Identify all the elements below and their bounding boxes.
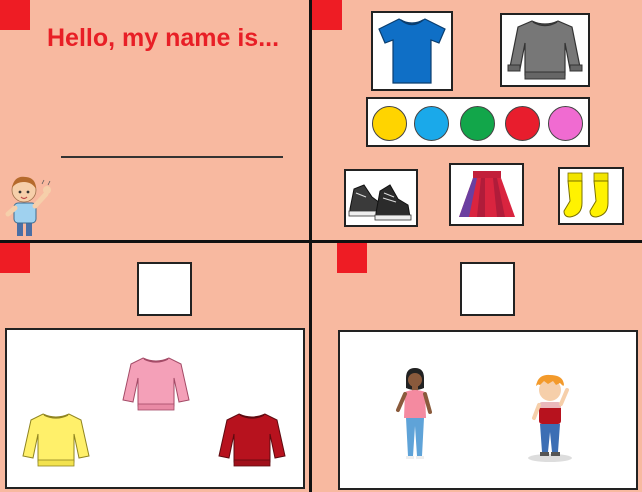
corner-marker [312,0,342,30]
pink-color-dot[interactable] [548,106,583,141]
sweaters-scene [5,328,305,489]
socks-icon [563,172,609,218]
tshirt-icon [378,18,446,84]
socks-card[interactable] [558,167,624,225]
girl-icon[interactable] [390,366,440,466]
pink-sweater-icon[interactable] [119,354,193,414]
corner-marker [0,243,30,273]
sneakers-icon [348,184,412,221]
yellow-color-dot[interactable] [372,106,407,141]
corner-marker [337,243,367,273]
blue-color-dot[interactable] [414,106,449,141]
red-sweater-icon[interactable] [215,410,289,470]
skirt-card[interactable] [449,163,524,226]
red-color-dot[interactable] [505,106,540,141]
clothes-colors-panel [312,0,642,240]
corner-marker [0,0,30,30]
skirt-icon [459,171,515,217]
sweaters-panel [0,243,309,492]
yellow-sweater-icon[interactable] [19,410,93,470]
people-scene [338,330,638,490]
sweater-card[interactable] [500,13,590,87]
greeting-title: Hello, my name is... [47,24,280,52]
tshirt-card[interactable] [371,11,453,91]
vertical-divider [309,0,312,492]
name-writing-line [61,156,283,158]
answer-box[interactable] [460,262,515,316]
color-palette [366,97,590,147]
intro-panel: Hello, my name is... [0,0,309,240]
boy-icon[interactable] [520,372,580,464]
waving-boy-icon [5,176,51,236]
green-color-dot[interactable] [460,106,495,141]
sweater-icon [507,20,583,80]
sneakers-card[interactable] [344,169,418,227]
horizontal-divider [0,240,642,243]
answer-box[interactable] [137,262,192,316]
people-panel [312,243,642,492]
